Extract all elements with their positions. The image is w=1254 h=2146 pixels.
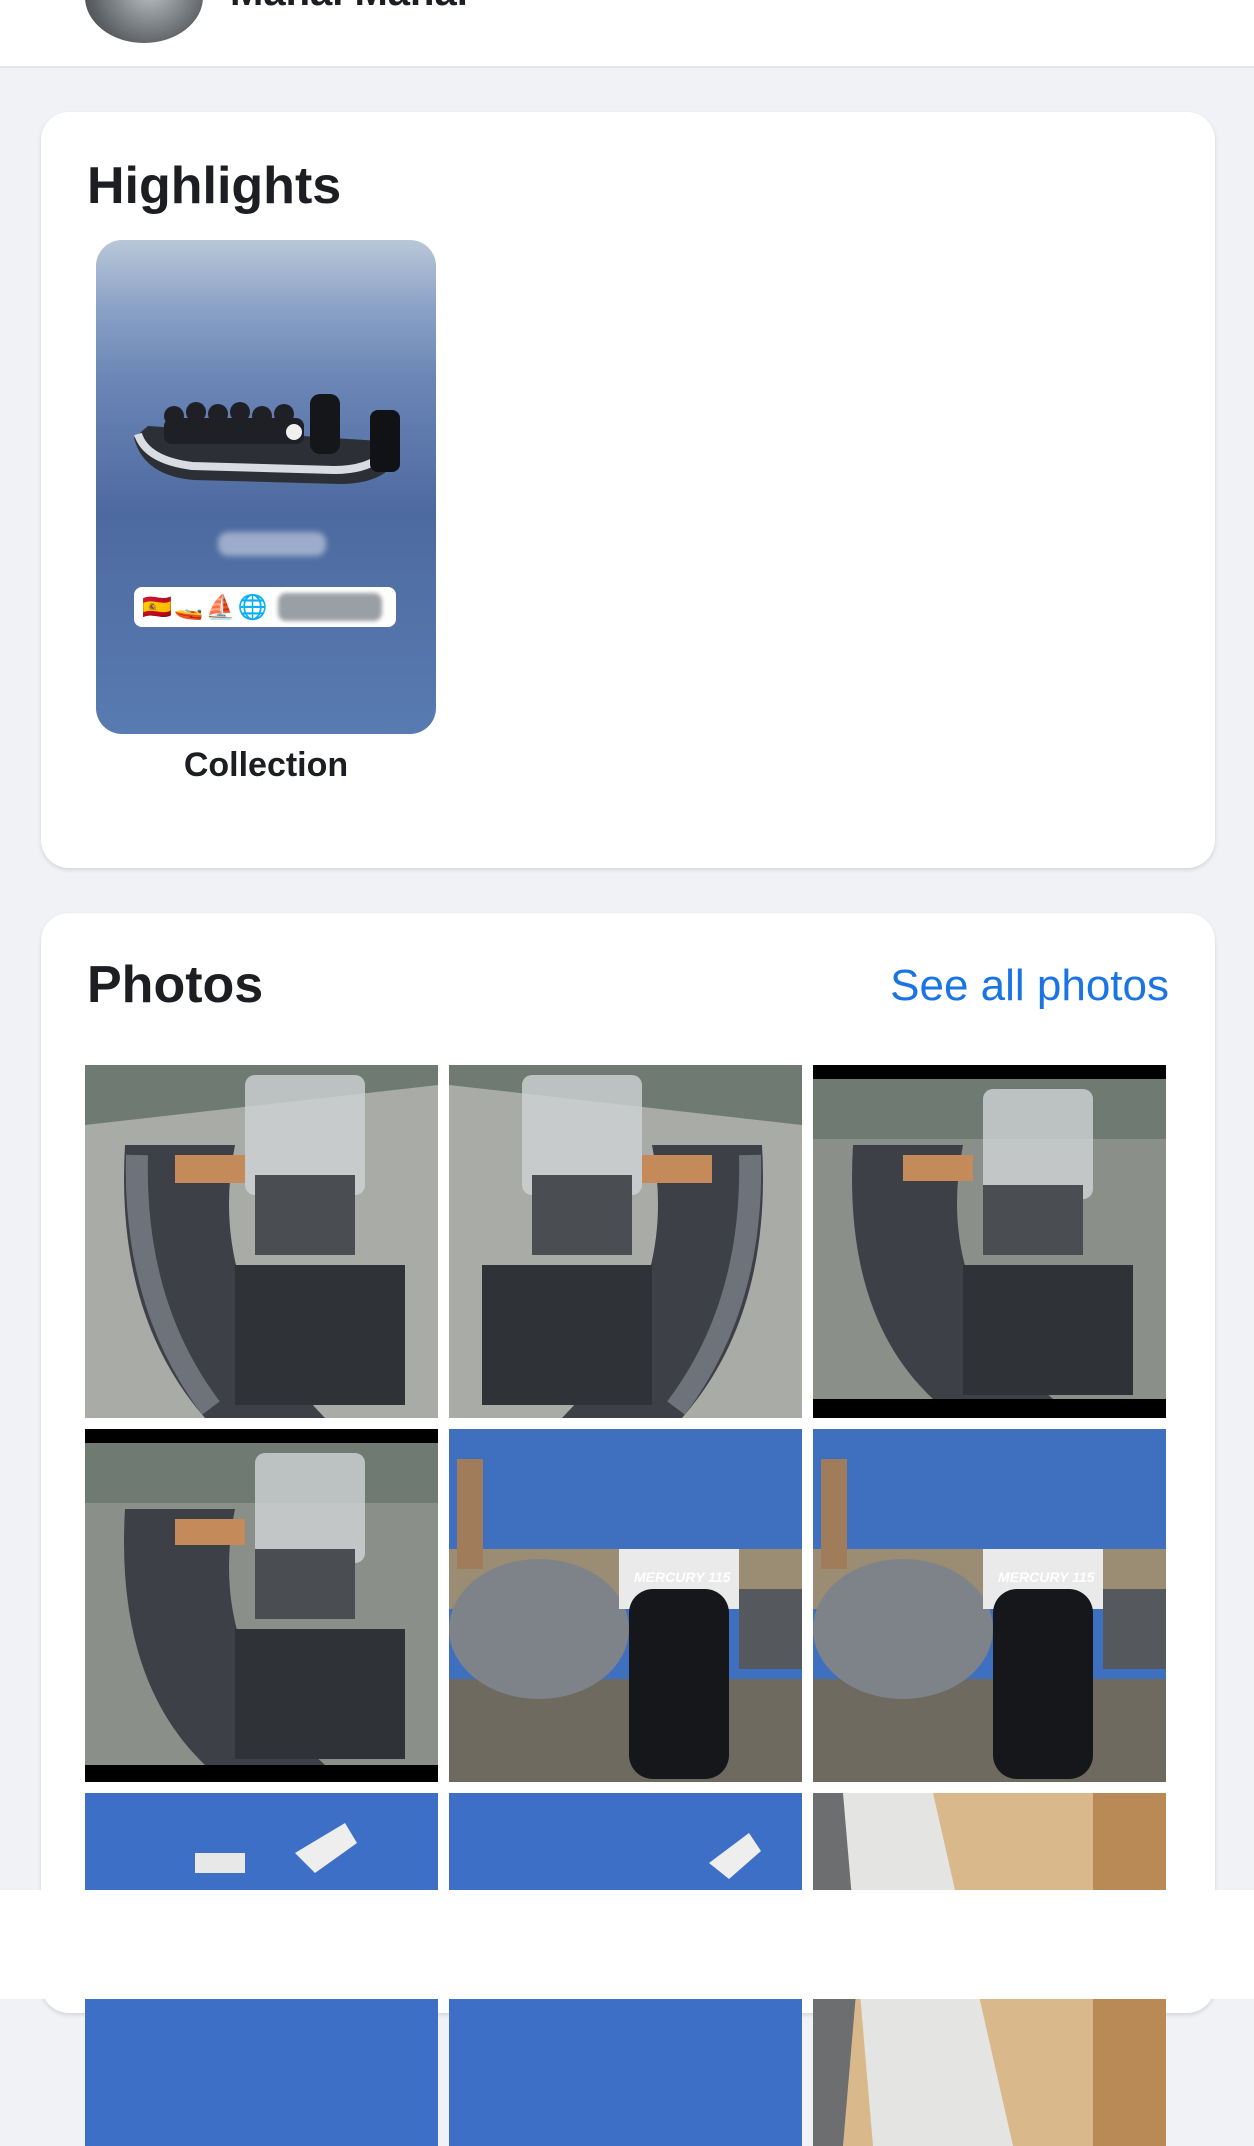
photo-tile[interactable]: MERCURY 115 xyxy=(449,1429,802,1782)
profile-avatar[interactable] xyxy=(82,0,206,46)
sticker-emoji-text: 🇪🇸🚤⛵🌐 xyxy=(142,593,270,621)
photo-tile[interactable]: MERCURY 115 xyxy=(813,1429,1166,1782)
photo-tile[interactable] xyxy=(85,1429,438,1782)
photo-tile[interactable] xyxy=(85,1065,438,1418)
photo-tile[interactable] xyxy=(813,1065,1166,1418)
rib-cockpit-image xyxy=(85,1065,438,1418)
rib-cockpit-image xyxy=(813,1065,1166,1418)
motor-brand-text: MERCURY 115 xyxy=(634,1569,731,1585)
highlight-label[interactable]: Collection xyxy=(96,746,436,785)
rib-outboard-image xyxy=(449,1429,802,1782)
bottom-bar-area xyxy=(0,1890,1254,1999)
highlight-collection-tile[interactable]: 🇪🇸🚤⛵🌐 xyxy=(96,240,436,734)
photos-title: Photos xyxy=(87,956,264,1014)
see-all-photos-link[interactable]: See all photos xyxy=(890,961,1169,1011)
rib-cockpit-image xyxy=(85,1429,438,1782)
dinghy-image xyxy=(134,394,400,484)
highlights-title: Highlights xyxy=(87,157,342,215)
profile-name[interactable]: Manal Manal xyxy=(230,0,468,15)
blurred-caption xyxy=(218,532,326,556)
emoji-sticker: 🇪🇸🚤⛵🌐 xyxy=(134,587,396,627)
rib-cockpit-image xyxy=(449,1065,802,1418)
motor-brand-text: MERCURY 115 xyxy=(998,1569,1095,1585)
profile-header: Manal Manal xyxy=(0,0,1254,68)
photo-tile[interactable] xyxy=(449,1065,802,1418)
rib-outboard-image xyxy=(813,1429,1166,1782)
redacted-text xyxy=(277,593,382,621)
highlights-card: Highlights 🇪🇸🚤⛵🌐 Collection xyxy=(41,112,1215,868)
photos-card: Photos See all photos MERCURY 115 MERCUR… xyxy=(41,913,1215,2146)
